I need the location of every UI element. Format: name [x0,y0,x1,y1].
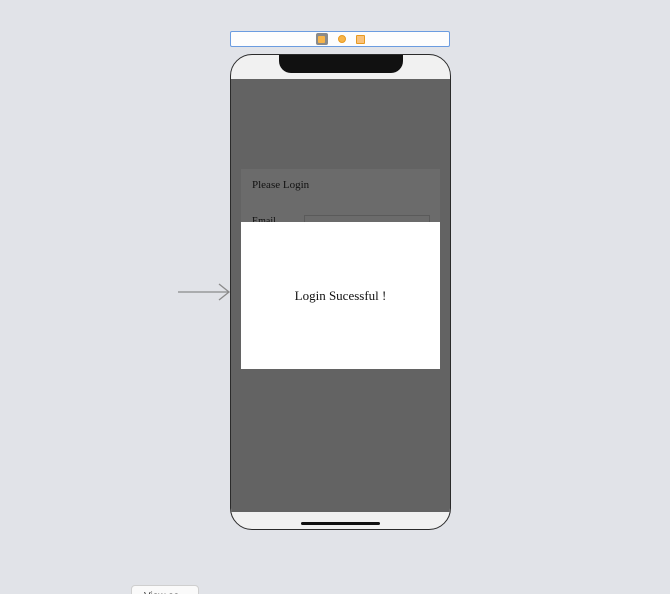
dimmed-screen[interactable]: Please Login Email Login Sucessful ! [231,79,450,512]
storyboard-canvas: Please Login Email Login Sucessful ! Vie… [0,0,670,594]
view-controller-icon[interactable] [315,33,328,45]
device-frame[interactable]: Please Login Email Login Sucessful ! [230,54,451,530]
exit-icon[interactable] [355,34,365,44]
alert-message: Login Sucessful ! [294,287,387,303]
device-notch [279,55,403,73]
alert-dialog[interactable]: Login Sucessful ! [241,222,440,369]
first-responder-icon[interactable] [337,35,346,43]
entry-point-arrow-icon[interactable] [177,282,231,302]
home-indicator [301,522,380,525]
scene-dock[interactable] [230,31,450,47]
view-as-button[interactable]: View as [131,585,199,594]
login-title: Please Login [252,179,310,191]
